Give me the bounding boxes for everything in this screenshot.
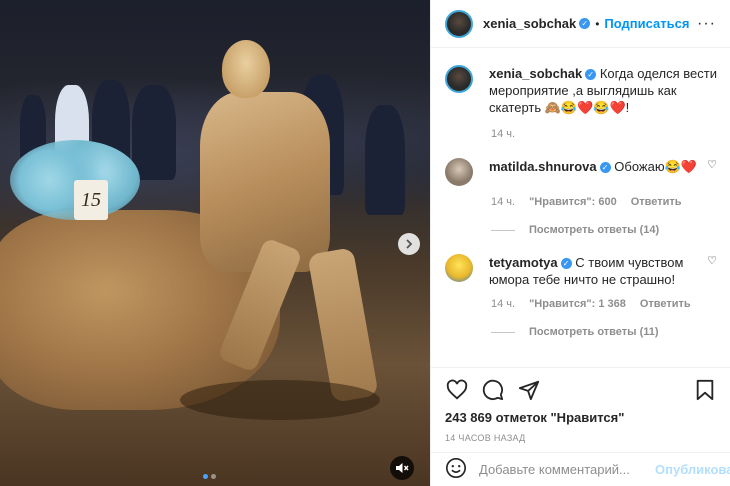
share-icon[interactable] xyxy=(517,378,541,402)
verified-icon: ✓ xyxy=(579,18,591,29)
comment-text: Обожаю😂❤️ xyxy=(614,159,697,174)
divider xyxy=(491,229,515,231)
avatar[interactable] xyxy=(445,9,473,38)
post-actions: 243 869 отметок "Нравится" 14 ЧАСОВ НАЗА… xyxy=(431,367,730,443)
reply-button[interactable]: Ответить xyxy=(640,298,691,310)
add-comment-bar: Опубликовать xyxy=(431,452,730,486)
caption-username[interactable]: xenia_sobchak xyxy=(489,66,582,81)
comment-icon[interactable] xyxy=(481,378,505,402)
avatar[interactable] xyxy=(445,254,473,282)
comment-input[interactable] xyxy=(479,462,655,477)
verified-icon: ✓ xyxy=(585,69,597,81)
background-person xyxy=(365,105,405,215)
caption-meta: 14 ч. xyxy=(491,128,717,140)
carousel-dot xyxy=(211,474,216,479)
comment-meta: 14 ч. "Нравится": 600 Ответить xyxy=(491,196,717,208)
dancer-leg xyxy=(307,247,379,403)
more-options-icon[interactable]: ··· xyxy=(697,15,716,33)
comment-likes[interactable]: "Нравится": 1 368 xyxy=(529,298,626,310)
carousel-indicators xyxy=(203,474,216,479)
floor-shadow xyxy=(180,380,380,420)
comment-time: 14 ч. xyxy=(491,196,516,208)
view-replies-button[interactable]: Посмотреть ответы (11) xyxy=(491,326,717,338)
bookmark-icon[interactable] xyxy=(693,378,717,402)
separator-dot: • xyxy=(595,16,600,31)
divider xyxy=(491,331,515,333)
likes-count[interactable]: 243 869 отметок "Нравится" xyxy=(445,410,717,425)
caption-time: 14 ч. xyxy=(491,128,516,140)
speaker-muted-icon xyxy=(396,463,409,473)
header-username[interactable]: xenia_sobchak xyxy=(483,16,576,31)
follow-button[interactable]: Подписаться xyxy=(604,16,689,31)
comments-list[interactable]: xenia_sobchak ✓ Когда оделся вести меропр… xyxy=(431,49,730,367)
comment-time: 14 ч. xyxy=(491,298,516,310)
heart-icon[interactable] xyxy=(445,378,469,402)
next-slide-button[interactable] xyxy=(398,233,420,255)
post-header: xenia_sobchak ✓ • Подписаться ··· xyxy=(431,0,730,48)
comment-item: tetyamotya ✓ С твоим чувством юмора тебе … xyxy=(445,254,717,288)
post-details-panel: xenia_sobchak ✓ • Подписаться ··· xenia_… xyxy=(430,0,730,486)
mute-button[interactable] xyxy=(390,456,414,480)
comment-item: matilda.shnurova ✓ Обожаю😂❤️ ♡ xyxy=(445,158,717,186)
post-media[interactable]: 15 xyxy=(0,0,430,486)
publish-button[interactable]: Опубликовать xyxy=(655,462,730,477)
verified-icon: ✓ xyxy=(599,162,611,174)
chevron-right-icon xyxy=(406,239,413,249)
comment-like-icon[interactable]: ♡ xyxy=(707,158,717,171)
caption: xenia_sobchak ✓ Когда оделся вести меропр… xyxy=(445,65,717,116)
avatar[interactable] xyxy=(445,65,473,93)
comment-like-icon[interactable]: ♡ xyxy=(707,254,717,267)
comment-username[interactable]: tetyamotya xyxy=(489,255,558,270)
verified-icon: ✓ xyxy=(560,258,572,270)
background-person xyxy=(132,85,176,180)
view-replies-label: Посмотреть ответы (14) xyxy=(529,224,660,236)
table-number-card: 15 xyxy=(74,180,108,220)
comment-meta: 14 ч. "Нравится": 1 368 Ответить xyxy=(491,298,717,310)
comment-likes[interactable]: "Нравится": 600 xyxy=(529,196,617,208)
post-timestamp[interactable]: 14 ЧАСОВ НАЗАД xyxy=(445,433,717,443)
reply-button[interactable]: Ответить xyxy=(631,196,682,208)
carousel-dot-active xyxy=(203,474,208,479)
view-replies-label: Посмотреть ответы (11) xyxy=(529,326,659,338)
avatar[interactable] xyxy=(445,158,473,186)
dancer-head xyxy=(222,40,270,98)
emoji-icon[interactable] xyxy=(445,457,467,482)
view-replies-button[interactable]: Посмотреть ответы (14) xyxy=(491,224,717,236)
comment-username[interactable]: matilda.shnurova xyxy=(489,159,597,174)
